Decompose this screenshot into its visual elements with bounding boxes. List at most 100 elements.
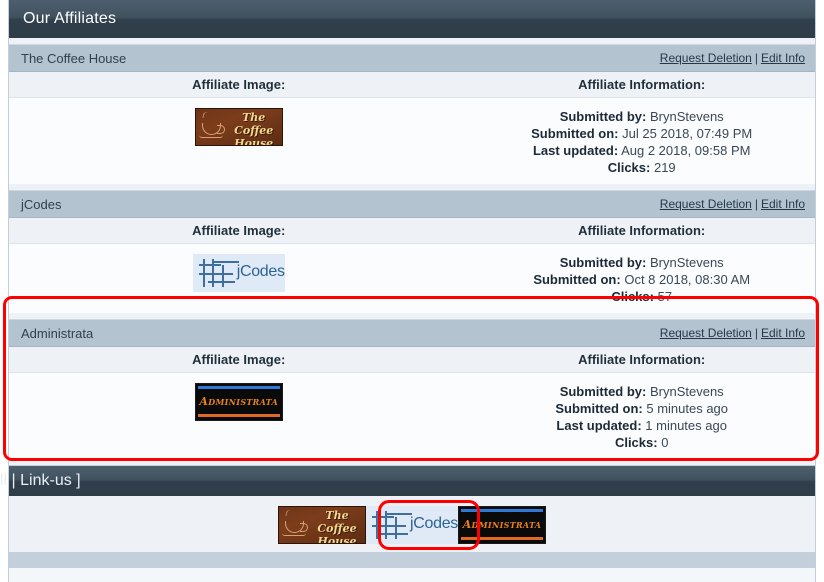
logo-bottom-bar	[461, 537, 543, 540]
footer-jcodes-logo[interactable]: jCodes	[366, 506, 458, 544]
submitted-by-label: Submitted by:	[559, 384, 647, 399]
submitted-on-row: Submitted on: Oct 8 2018, 08:30 AM	[468, 271, 815, 288]
affiliate-image-cell: Administrata	[9, 383, 468, 421]
submitted-by-label: Submitted by:	[559, 109, 647, 124]
clicks-row: Clicks: 219	[468, 159, 815, 176]
clicks-value: 0	[661, 435, 669, 450]
affiliate-image-label: Affiliate Image:	[192, 77, 286, 92]
affiliate-entry: Administrata Request Deletion | Edit Info …	[9, 319, 815, 459]
last-updated-label: Last updated:	[556, 418, 642, 433]
submitted-by-value: BrynStevens	[649, 109, 724, 124]
page-title: Our Affiliates	[23, 10, 117, 27]
affiliate-actions: Request Deletion | Edit Info	[660, 197, 805, 211]
submitted-on-label: Submitted on:	[531, 126, 619, 141]
affiliates-list: The Coffee House Request Deletion | Edit I…	[9, 38, 815, 477]
submitted-on-label: Submitted on:	[555, 401, 643, 416]
logo-line-2: House	[317, 535, 357, 544]
affiliate-actions: Request Deletion | Edit Info	[660, 51, 805, 65]
administrata-logo[interactable]: Administrata	[194, 383, 283, 421]
affiliate-actions: Request Deletion | Edit Info	[660, 326, 805, 340]
link-us-panel: ll | Link-us ] The Coffee House jCodes Ad…	[0, 466, 816, 582]
action-separator: |	[754, 326, 758, 340]
submitted-by-label: Submitted by:	[559, 255, 647, 270]
submitted-on-value: 5 minutes ago	[646, 401, 729, 416]
affiliate-image-cell: The Coffee House	[9, 108, 468, 146]
clicks-row: Clicks: 0	[468, 434, 815, 451]
request-deletion-link[interactable]: Request Deletion	[660, 51, 752, 65]
administrata-logo-text: Administrata	[199, 395, 278, 408]
last-updated-value: Aug 2 2018, 09:58 PM	[621, 143, 751, 158]
footer-coffee-house-logo-text: The Coffee House	[309, 509, 365, 544]
logo-line-2: House	[234, 137, 274, 146]
request-deletion-link[interactable]: Request Deletion	[660, 326, 752, 340]
action-separator: |	[754, 197, 758, 211]
affiliate-header: The Coffee House Request Deletion | Edit I…	[9, 44, 815, 72]
jcodes-mark-icon	[372, 511, 412, 539]
submitted-on-row: Submitted on: 5 minutes ago	[468, 400, 815, 417]
affiliate-image-label: Affiliate Image:	[192, 352, 286, 367]
coffee-cup-icon	[284, 515, 308, 535]
affiliate-info-cell: Submitted by: BrynStevens Submitted on: …	[468, 254, 815, 305]
footer-logos: The Coffee House jCodes Administrata	[278, 506, 546, 544]
clicks-label: Clicks:	[611, 289, 654, 304]
submitted-on-label: Submitted on:	[533, 272, 621, 287]
affiliate-header: Administrata Request Deletion | Edit Info	[9, 319, 815, 347]
affiliate-column-headers: Affiliate Image: Affiliate Information:	[9, 347, 815, 373]
logo-line-1: The Coffee	[317, 509, 357, 535]
footer-tail	[9, 568, 815, 582]
request-deletion-link[interactable]: Request Deletion	[660, 197, 752, 211]
edit-info-link[interactable]: Edit Info	[761, 197, 805, 211]
submitted-on-row: Submitted on: Jul 25 2018, 07:49 PM	[468, 125, 815, 142]
link-us-logo-strip: The Coffee House jCodes Administrata	[9, 496, 815, 552]
footer-administrata-logo-text: Administrata	[462, 518, 542, 531]
last-updated-value: 1 minutes ago	[645, 418, 727, 433]
affiliate-image-cell: jCodes	[9, 254, 468, 292]
edit-info-link[interactable]: Edit Info	[761, 51, 805, 65]
edit-info-link[interactable]: Edit Info	[761, 326, 805, 340]
clicks-label: Clicks:	[614, 435, 658, 450]
clicks-value: 57	[657, 289, 673, 304]
jcodes-logo[interactable]: jCodes	[192, 254, 285, 292]
affiliate-name: Administrata	[21, 325, 94, 341]
link-us-header: ll | Link-us ]	[0, 466, 815, 496]
coffee-house-logo-text: The Coffee House	[226, 111, 282, 146]
submitted-on-value: Oct 8 2018, 08:30 AM	[624, 272, 751, 287]
affiliate-content: jCodes Submitted by: BrynStevens Submitt…	[9, 244, 815, 313]
submitted-on-value: Jul 25 2018, 07:49 PM	[622, 126, 753, 141]
affiliate-information-label: Affiliate Information:	[578, 352, 706, 367]
coffee-cup-icon	[201, 117, 225, 137]
clicks-label: Clicks:	[607, 160, 651, 175]
logo-top-bar	[461, 509, 543, 512]
last-updated-row: Last updated: Aug 2 2018, 09:58 PM	[468, 142, 815, 159]
submitted-by-row: Submitted by: BrynStevens	[468, 108, 815, 125]
logo-line-1: The Coffee	[234, 111, 274, 137]
saucer-icon	[282, 533, 306, 536]
panel-header: Our Affiliates	[9, 0, 815, 38]
affiliate-information-label: Affiliate Information:	[578, 77, 706, 92]
affiliate-header: jCodes Request Deletion | Edit Info	[9, 190, 815, 218]
affiliate-content: The Coffee House Submitted by: BrynSteven…	[9, 98, 815, 184]
logo-top-bar	[197, 386, 280, 389]
coffee-house-logo[interactable]: The Coffee House	[194, 108, 283, 146]
footer-administrata-logo[interactable]: Administrata	[458, 506, 546, 544]
footer-coffee-house-logo[interactable]: The Coffee House	[278, 506, 366, 544]
last-updated-label: Last updated:	[532, 143, 619, 158]
footer-bottom-strip	[9, 552, 815, 568]
affiliate-entry: jCodes Request Deletion | Edit Info Affili…	[9, 190, 815, 313]
logo-bottom-bar	[197, 414, 280, 417]
affiliate-image-label: Affiliate Image:	[192, 223, 286, 238]
affiliate-content: Administrata Submitted by: BrynStevens S…	[9, 373, 815, 459]
jcodes-logo-text: jCodes	[236, 263, 285, 280]
submitted-by-value: BrynStevens	[649, 384, 724, 399]
submitted-by-value: BrynStevens	[649, 255, 724, 270]
link-us-title: ll | Link-us ]	[0, 472, 81, 489]
affiliate-column-headers: Affiliate Image: Affiliate Information:	[9, 72, 815, 98]
saucer-icon	[198, 135, 223, 138]
last-updated-row: Last updated: 1 minutes ago	[468, 417, 815, 434]
submitted-by-row: Submitted by: BrynStevens	[468, 383, 815, 400]
affiliate-information-label: Affiliate Information:	[578, 223, 706, 238]
affiliate-entry: The Coffee House Request Deletion | Edit I…	[9, 44, 815, 184]
affiliate-column-headers: Affiliate Image: Affiliate Information:	[9, 218, 815, 244]
affiliates-panel: Our Affiliates The Coffee House Request …	[8, 0, 816, 477]
affiliate-name: jCodes	[21, 196, 62, 212]
